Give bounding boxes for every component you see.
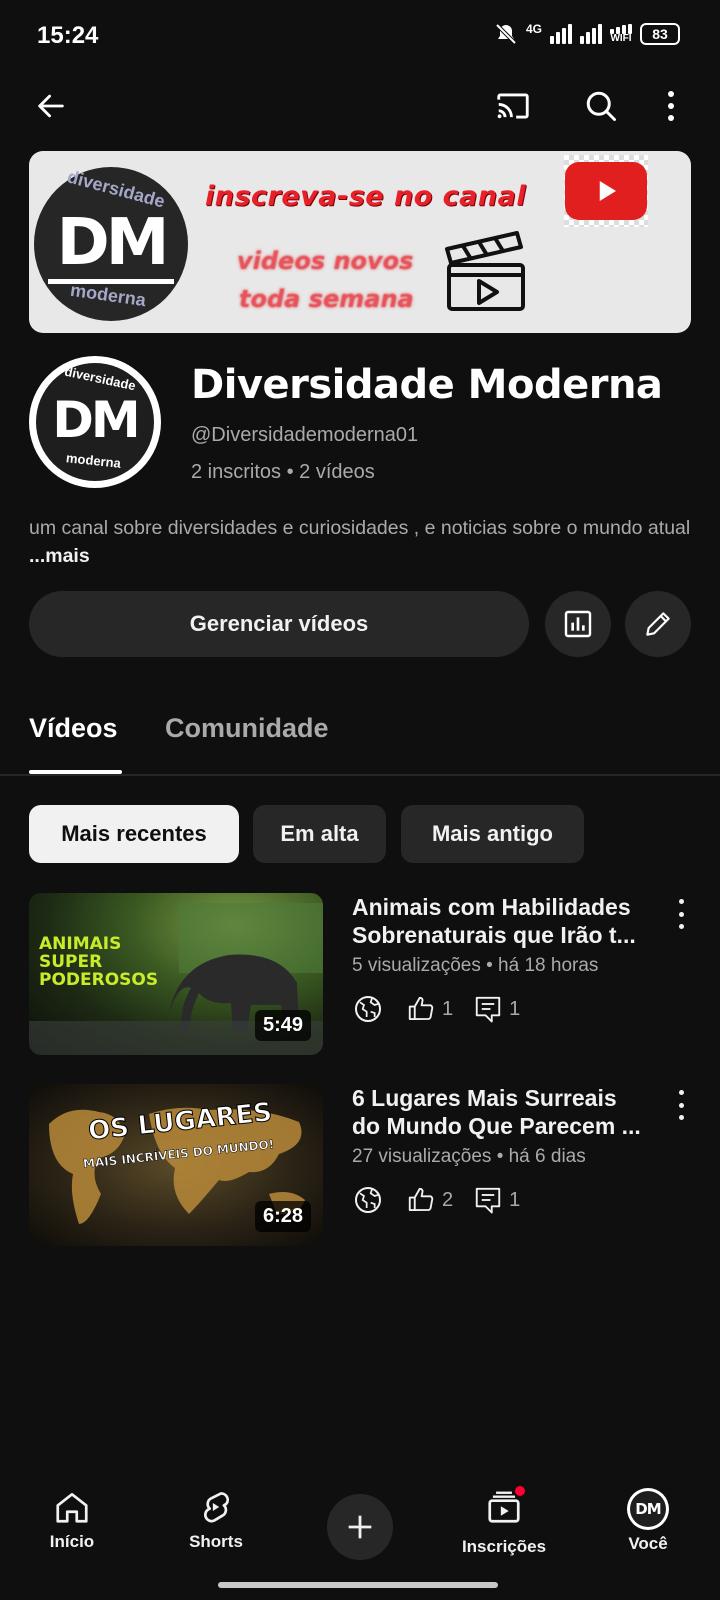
search-button[interactable] <box>579 84 623 128</box>
tab-videos[interactable]: Vídeos <box>29 713 118 744</box>
comment-icon <box>475 1187 501 1214</box>
video-title[interactable]: Animais com Habilidades Sobrenaturais qu… <box>352 893 670 949</box>
channel-stats: 2 inscritos • 2 vídeos <box>191 461 375 483</box>
chip-oldest[interactable]: Mais antigo <box>401 805 584 863</box>
video-meta: 5 visualizações • há 18 horas <box>352 955 599 976</box>
banner-line2: videos novos <box>237 247 414 275</box>
edit-channel-button[interactable] <box>625 591 691 657</box>
shorts-icon <box>204 1492 230 1523</box>
nav-shorts[interactable]: Shorts <box>156 1488 276 1552</box>
user-avatar: DM <box>627 1488 669 1530</box>
nav-subscriptions[interactable]: Inscrições <box>444 1484 564 1557</box>
like-count: 1 <box>442 997 454 1020</box>
arrow-left-icon <box>38 94 64 118</box>
signal2-icon <box>580 24 602 44</box>
battery-indicator: 83 <box>640 23 680 45</box>
video-stats: 1 1 <box>352 989 520 1029</box>
nav-you[interactable]: DM Você <box>588 1488 708 1554</box>
comment-icon <box>475 996 501 1023</box>
video-item[interactable]: ANIMAIS SUPER PODEROSOS 5:49 Animais com… <box>29 893 691 1055</box>
channel-name: Diversidade Moderna <box>191 362 663 408</box>
video-item[interactable]: OS LUGARES MAIS INCRÍVEIS DO MUNDO! 6:28… <box>29 1084 691 1246</box>
video-more-button[interactable] <box>671 899 691 929</box>
clapperboard-icon <box>445 231 525 311</box>
signal-icon <box>550 24 572 44</box>
home-icon <box>56 1492 88 1523</box>
tab-community[interactable]: Comunidade <box>165 713 329 744</box>
home-indicator[interactable] <box>218 1582 498 1588</box>
analytics-button[interactable] <box>545 591 611 657</box>
channel-description[interactable]: um canal sobre diversidades e curiosidad… <box>29 514 691 570</box>
comment-count: 1 <box>509 1188 521 1211</box>
banner-logo: diversidade DM moderna <box>34 166 188 321</box>
wifi-icon: WIFI <box>610 24 632 44</box>
back-button[interactable] <box>29 84 73 128</box>
thumbs-up-icon <box>408 1187 434 1211</box>
more-options-button[interactable] <box>656 84 686 128</box>
banner-line3: toda semana <box>239 285 414 313</box>
more-vertical-icon <box>668 91 674 121</box>
channel-banner: diversidade DM moderna inscreva-se no ca… <box>29 151 691 333</box>
status-bar: 15:24 4G WIFI 83 <box>0 0 720 72</box>
create-button[interactable] <box>327 1494 393 1560</box>
channel-handle: @Diversidademoderna01 <box>191 424 419 446</box>
thumb-text-1: ANIMAIS <box>39 934 121 954</box>
analytics-icon <box>564 610 592 638</box>
network-type: 4G <box>525 22 542 36</box>
pencil-icon <box>646 612 670 636</box>
thumb-text-2: SUPER <box>39 952 102 972</box>
thumbs-up-icon <box>408 996 434 1020</box>
globe-icon <box>355 1187 381 1213</box>
manage-videos-button[interactable]: Gerenciar vídeos <box>29 591 529 657</box>
youtube-logo-icon <box>564 155 648 227</box>
video-more-button[interactable] <box>671 1090 691 1120</box>
chip-latest[interactable]: Mais recentes <box>29 805 239 863</box>
app-bar <box>0 78 720 134</box>
banner-subscribe-text: inscreva-se no canal <box>205 181 527 212</box>
tab-divider <box>0 774 720 776</box>
bottom-navigation: Início Shorts Inscrições DM Você <box>0 1478 720 1574</box>
video-stats: 2 1 <box>352 1180 520 1220</box>
thumb-text-3: PODEROSOS <box>39 970 158 990</box>
video-meta: 27 visualizações • há 6 dias <box>352 1146 586 1167</box>
video-duration: 5:49 <box>254 1010 311 1041</box>
globe-icon <box>355 996 381 1022</box>
video-thumbnail[interactable]: ANIMAIS SUPER PODEROSOS 5:49 <box>29 893 323 1055</box>
video-thumbnail[interactable]: OS LUGARES MAIS INCRÍVEIS DO MUNDO! 6:28 <box>29 1084 323 1246</box>
comment-count: 1 <box>509 997 521 1020</box>
plus-icon <box>348 1515 372 1539</box>
notification-dot <box>513 1484 527 1498</box>
status-icons: 4G WIFI 83 <box>494 22 680 46</box>
search-icon <box>586 91 616 121</box>
like-count: 2 <box>442 1188 454 1211</box>
cast-icon <box>497 93 529 119</box>
video-title[interactable]: 6 Lugares Mais Surreais do Mundo Que Par… <box>352 1084 670 1140</box>
video-duration: 6:28 <box>254 1201 311 1232</box>
cast-button[interactable] <box>491 84 535 128</box>
nav-home[interactable]: Início <box>12 1488 132 1552</box>
chip-popular[interactable]: Em alta <box>253 805 386 863</box>
mute-icon <box>495 23 517 45</box>
channel-avatar[interactable]: diversidade DM moderna <box>29 356 161 488</box>
status-time: 15:24 <box>37 22 99 49</box>
description-more-link[interactable]: ...mais <box>29 545 90 567</box>
